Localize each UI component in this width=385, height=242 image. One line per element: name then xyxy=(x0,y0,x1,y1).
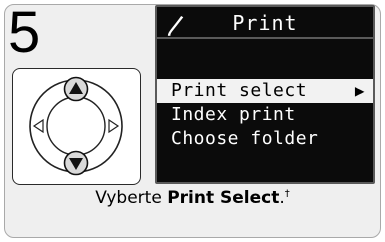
camera-lcd-screen: 〳 Print Print select ▶ Index print Choos… xyxy=(155,5,375,184)
down-arrow-icon xyxy=(63,150,89,176)
caption-prefix: Vyberte xyxy=(95,188,168,208)
menu-item-index-print[interactable]: Index print xyxy=(157,103,373,127)
up-arrow-icon xyxy=(63,76,89,102)
multi-selector-diagram xyxy=(12,68,141,185)
menu-item-choose-folder[interactable]: Choose folder xyxy=(157,127,373,151)
print-menu: Print select ▶ Index print Choose folder xyxy=(157,79,373,151)
instruction-caption: Vyberte Print Select.† xyxy=(0,188,385,208)
caption-bold-term: Print Select xyxy=(167,188,280,208)
caption-footnote: † xyxy=(284,188,290,200)
multi-selector-graphic xyxy=(29,76,123,176)
menu-item-label: Print select xyxy=(171,80,308,101)
step-number: 5 xyxy=(8,0,40,65)
lcd-title-bar: 〳 Print xyxy=(157,7,373,39)
lcd-title: Print xyxy=(232,11,298,35)
multi-selector-inner-ring xyxy=(46,96,106,156)
menu-item-label: Index print xyxy=(171,104,296,125)
menu-item-print-select[interactable]: Print select ▶ xyxy=(157,79,373,103)
right-triangle-icon: ▶ xyxy=(354,81,365,100)
menu-item-label: Choose folder xyxy=(171,128,319,149)
